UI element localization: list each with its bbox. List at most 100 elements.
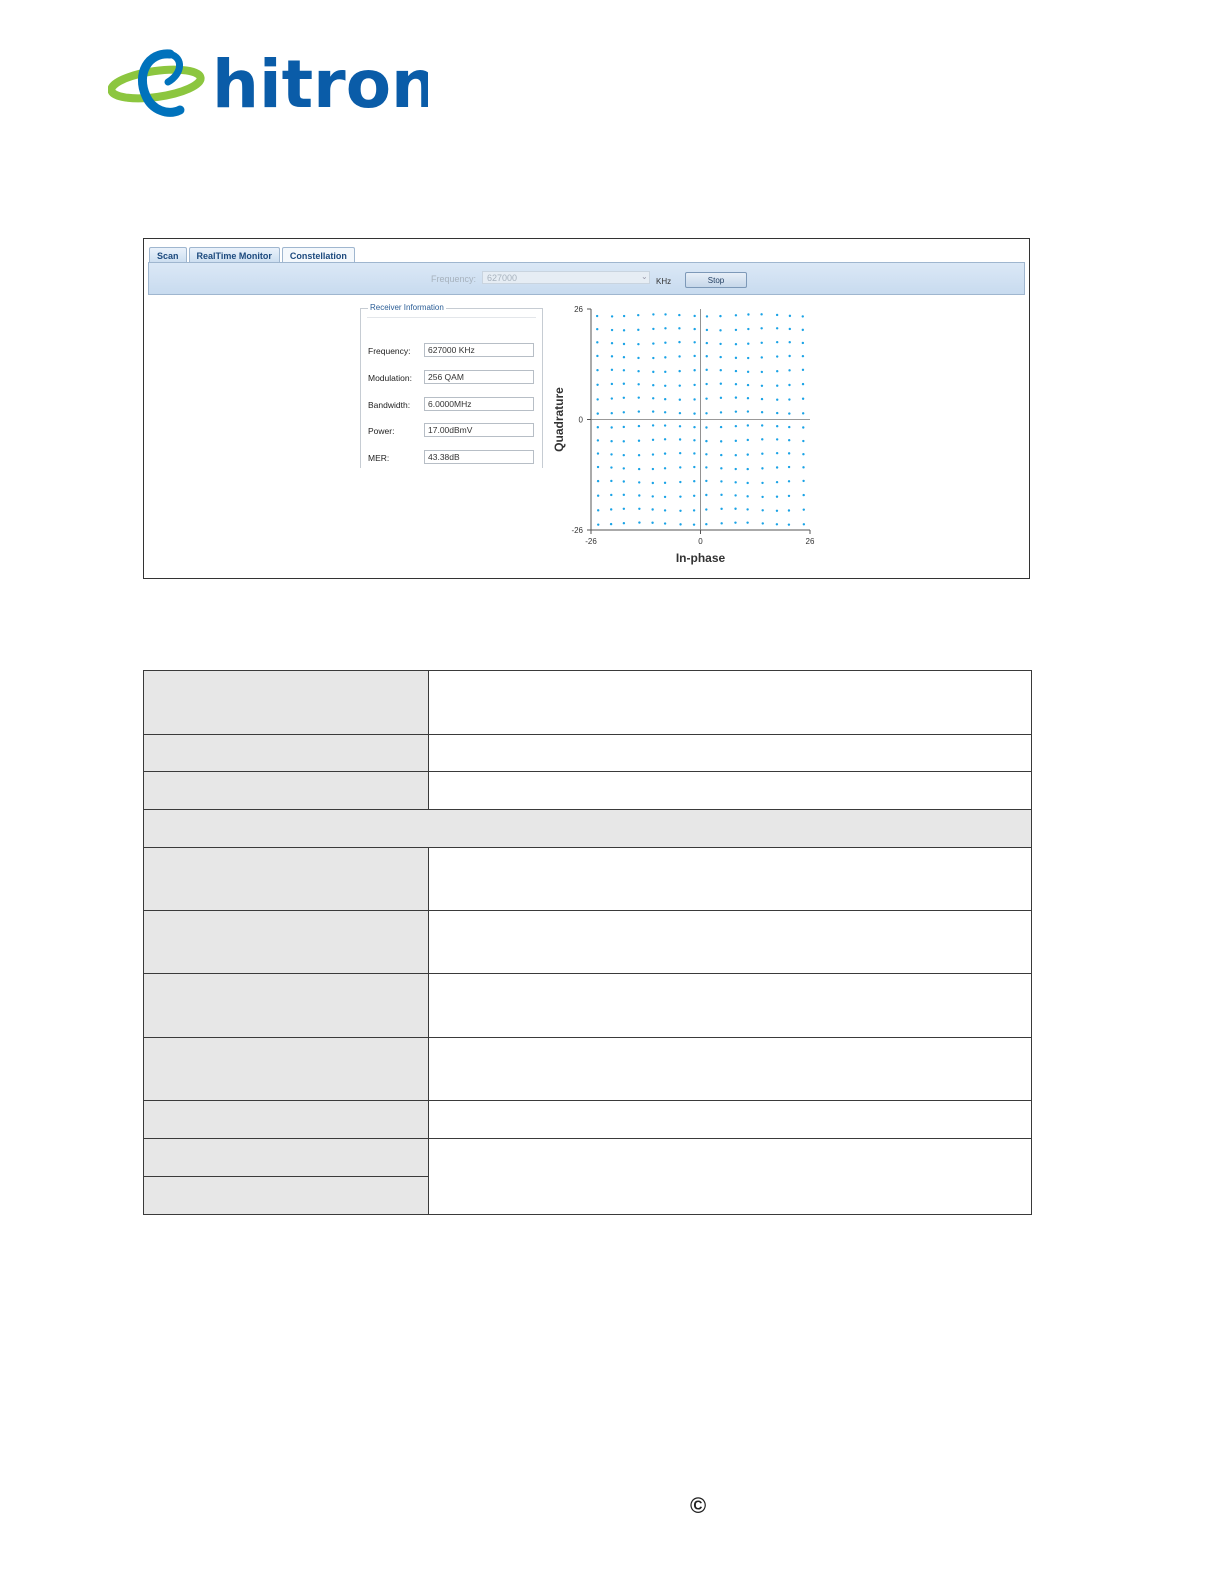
constellation-point <box>596 383 599 386</box>
constellation-point <box>787 509 791 512</box>
constellation-point <box>610 315 614 318</box>
constellation-point <box>761 452 764 455</box>
constellation-point <box>746 508 749 511</box>
constellation-point <box>705 412 708 415</box>
constellation-point <box>692 494 696 497</box>
field-description-table <box>143 670 1032 1215</box>
constellation-point <box>610 397 614 400</box>
constellation-point <box>610 368 614 372</box>
constellation-point <box>775 327 779 330</box>
constellation-point <box>761 467 764 470</box>
constellation-point <box>734 396 738 399</box>
x-axis-label: In-phase <box>676 551 726 565</box>
constellation-point <box>775 480 779 484</box>
constellation-point <box>663 411 667 414</box>
constellation-point <box>638 494 641 497</box>
constellation-point <box>775 313 779 317</box>
constellation-point <box>637 356 640 360</box>
constellation-point <box>638 481 641 484</box>
table-value-cell <box>428 670 1032 735</box>
constellation-point <box>734 369 738 373</box>
constellation-point <box>678 369 681 373</box>
constellation-point <box>596 452 600 455</box>
constellation-point <box>705 466 708 469</box>
constellation-point <box>787 494 791 498</box>
constellation-point <box>719 396 723 400</box>
constellation-point <box>719 382 723 385</box>
constellation-point <box>787 438 791 442</box>
constellation-point <box>760 356 763 359</box>
constellation-point <box>679 523 682 526</box>
constellation-point <box>734 342 738 346</box>
constellation-point <box>734 328 738 332</box>
constellation-point <box>622 369 626 372</box>
constellation-point <box>596 479 600 483</box>
constellation-point <box>746 424 750 427</box>
constellation-point <box>693 383 696 387</box>
constellation-point <box>595 314 599 318</box>
constellation-point <box>610 426 613 429</box>
constellation-point <box>678 438 682 441</box>
table-value-cell <box>428 1138 1032 1215</box>
constellation-point <box>734 481 737 484</box>
constellation-point <box>761 438 764 441</box>
constellation-point <box>788 314 792 318</box>
constellation-point <box>746 370 750 374</box>
constellation-point <box>678 384 681 387</box>
constellation-point <box>746 410 750 413</box>
constellation-point <box>788 341 791 344</box>
constellation-chart: 26 0 -26-26 0 26 In-phase Quadrature <box>552 305 815 565</box>
constellation-point <box>622 493 626 497</box>
constellation-point <box>622 480 625 483</box>
brand-name: hitron <box>212 46 428 123</box>
constellation-point <box>664 356 667 359</box>
constellation-point <box>705 523 708 526</box>
constellation-point <box>705 382 708 386</box>
constellation-point <box>746 481 749 485</box>
constellation-point <box>720 467 723 470</box>
constellation-point <box>622 467 625 470</box>
constellation-point <box>705 397 708 400</box>
constellation-point <box>664 327 667 330</box>
constellation-point <box>663 438 667 441</box>
y-tick-label: 0 <box>579 416 584 425</box>
table-section-row <box>143 809 1032 848</box>
constellation-point <box>734 410 738 413</box>
constellation-point <box>692 509 696 512</box>
constellation-point <box>705 453 708 456</box>
constellation-point <box>719 314 722 318</box>
constellation-point <box>802 453 805 456</box>
constellation-point <box>775 466 779 469</box>
constellation-point <box>801 368 805 372</box>
constellation-point <box>720 522 723 525</box>
constellation-point <box>693 479 696 483</box>
constellation-point <box>638 521 641 524</box>
constellation-point <box>678 411 682 415</box>
constellation-point <box>637 313 640 317</box>
constellation-point <box>678 327 681 330</box>
constellation-point <box>788 327 792 331</box>
constellation-point <box>652 397 655 400</box>
constellation-point <box>678 340 681 344</box>
constellation-point <box>622 440 625 443</box>
table-label-cell <box>143 973 429 1038</box>
table-value-cell <box>428 734 1032 772</box>
constellation-point <box>651 467 655 471</box>
constellation-point <box>760 397 764 401</box>
constellation-point <box>622 411 626 414</box>
constellation-point <box>609 508 613 511</box>
constellation-point <box>788 398 791 401</box>
constellation-point <box>637 410 641 413</box>
constellation-point <box>746 396 750 400</box>
constellation-point <box>692 523 696 526</box>
constellation-point <box>651 410 655 413</box>
constellation-point <box>678 451 682 455</box>
constellation-point <box>637 467 641 471</box>
constellation-point <box>637 396 640 399</box>
constellation-point <box>663 397 667 401</box>
constellation-point <box>651 508 654 511</box>
constellation-point <box>760 384 764 387</box>
constellation-point <box>596 494 600 497</box>
constellation-point <box>596 327 599 331</box>
constellation-point <box>734 467 737 471</box>
